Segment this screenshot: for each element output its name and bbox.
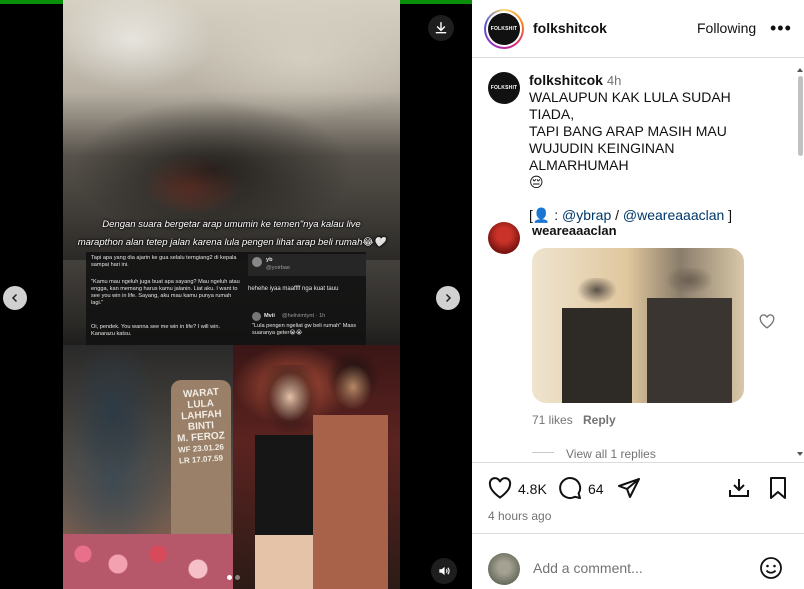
comment-like-button[interactable] xyxy=(759,314,775,334)
heart-icon xyxy=(488,477,512,499)
add-comment-input[interactable] xyxy=(533,560,743,576)
following-button[interactable]: Following xyxy=(697,20,756,36)
reply-text: hehehe iyaa maaffff nga kuat tauu xyxy=(248,286,339,292)
bookmark-button[interactable] xyxy=(767,476,789,505)
post-media: Dengan suara bergetar arap umumin ke tem… xyxy=(0,0,472,589)
caption-username[interactable]: folkshitcok xyxy=(529,72,603,88)
emoji-icon xyxy=(760,557,782,579)
caption-heading: folkshitcok 4h xyxy=(529,72,769,89)
next-slide-button[interactable] xyxy=(436,286,460,310)
download-post-button[interactable] xyxy=(727,476,751,505)
view-replies-button[interactable]: View all 1 replies xyxy=(566,447,656,461)
caption-line: TAPI BANG ARAP MASIH MAU xyxy=(529,123,727,139)
avatar xyxy=(252,312,261,321)
avatar: FOLKSHIT xyxy=(488,13,520,45)
couple-photo xyxy=(233,345,400,589)
more-options-icon[interactable]: ••• xyxy=(770,18,792,39)
tweet-text: "Kamu mau ngeluh juga buat apa sayang? M… xyxy=(91,279,240,306)
tweet-screenshot: Tapi apa yang dia ajarin ke gua selalu t… xyxy=(86,252,366,345)
caption-credits: [👤 : @ybrap / @weareaaaclan ] xyxy=(529,207,769,224)
credit-separator: / xyxy=(611,207,623,223)
comment-username[interactable]: weareaaaclan xyxy=(532,223,617,238)
caption-avatar[interactable]: FOLKSHIT xyxy=(488,72,520,104)
like-button[interactable] xyxy=(488,477,512,504)
reply-card: yb @yoirbae xyxy=(248,254,366,276)
scrollbar[interactable] xyxy=(796,68,804,456)
flower-petals xyxy=(63,534,233,589)
person-figure xyxy=(562,278,632,403)
download-icon xyxy=(435,22,447,34)
replies-divider xyxy=(532,452,554,453)
carousel-dot xyxy=(235,575,240,580)
comment-image xyxy=(532,248,744,403)
video-caption-line-1: Dengan suara bergetar arap umumin ke tem… xyxy=(102,219,361,230)
comment-button[interactable] xyxy=(558,476,582,505)
mention-link[interactable]: @ybrap xyxy=(562,207,611,223)
reply-user: Mvii xyxy=(264,313,275,319)
grave-photo: WARAT LULA LAHFAH BINTI M. FEROZ WF 23.0… xyxy=(63,345,233,589)
posted-time[interactable]: 4 hours ago xyxy=(488,509,551,523)
comment-likes[interactable]: 71 likes xyxy=(532,413,573,427)
current-user-avatar xyxy=(488,553,520,585)
speaker-icon xyxy=(439,566,450,576)
credit-open: [👤 : xyxy=(529,207,562,223)
post-caption: folkshitcok 4h WALAUPUN KAK LULA SUDAH TI… xyxy=(529,72,769,224)
tweet-text: Tapi apa yang dia ajarin ke gua selalu t… xyxy=(91,255,237,268)
caption-line: WUJUDIN KEINGINAN ALMARHUMAH xyxy=(529,140,675,173)
download-button[interactable] xyxy=(428,15,454,41)
mention-link[interactable]: @weareaaaclan xyxy=(623,207,724,223)
carousel-dot xyxy=(227,575,232,580)
caption-emoji: 😔 xyxy=(529,174,544,190)
bookmark-icon xyxy=(770,477,786,499)
scroll-up-icon[interactable] xyxy=(797,68,803,72)
carousel-dots xyxy=(227,575,240,580)
send-icon xyxy=(618,478,640,498)
post-header: FOLKSHIT folkshitcok Following ••• xyxy=(472,0,804,58)
likes-count[interactable]: 4.8K xyxy=(518,481,547,497)
scrollbar-thumb[interactable] xyxy=(798,76,803,156)
mute-button[interactable] xyxy=(431,558,457,584)
reply-card-2: Mvii @helivimtynt · 1h "Lula pengen ngel… xyxy=(248,310,366,345)
man-figure xyxy=(313,355,388,589)
reply-text: "Lula pengen ngeliat gw beli rumah" Mass… xyxy=(252,323,357,336)
reply-handle: @helivimtynt · 1h xyxy=(282,313,326,319)
emoji-button[interactable] xyxy=(759,556,783,585)
comment-bubble-icon xyxy=(559,477,582,500)
tweet-text: Oi, pendek. You wanna see me win in life… xyxy=(91,324,221,337)
video-caption-line-2: marapthon alan tetep jalan karena lula p… xyxy=(77,237,386,248)
avatar xyxy=(252,257,262,267)
save-download-icon xyxy=(729,479,749,497)
person-figure xyxy=(647,268,732,403)
grieving-man xyxy=(63,350,173,550)
heart-icon xyxy=(759,314,775,329)
header-username[interactable]: folkshitcok xyxy=(533,20,607,36)
caption-line: WALAUPUN KAK LULA SUDAH TIADA, xyxy=(529,89,731,122)
credit-close: ] xyxy=(724,207,733,223)
add-comment-row xyxy=(472,533,804,589)
comments-count[interactable]: 64 xyxy=(588,481,604,497)
caption-time[interactable]: 4h xyxy=(607,73,621,88)
share-button[interactable] xyxy=(617,476,641,505)
story-ring[interactable]: FOLKSHIT xyxy=(484,9,524,49)
media-frame[interactable]: Dengan suara bergetar arap umumin ke tem… xyxy=(63,0,400,589)
chevron-left-icon xyxy=(11,293,18,303)
scroll-down-icon[interactable] xyxy=(797,452,803,456)
reply-handle: @yoirbae xyxy=(266,265,291,271)
chevron-right-icon xyxy=(445,293,452,303)
post-side-panel: FOLKSHIT folkshitcok Following ••• FOLKS… xyxy=(472,0,804,589)
reply-user: yb xyxy=(266,257,273,263)
comment-reply-button[interactable]: Reply xyxy=(583,413,616,427)
previous-slide-button[interactable] xyxy=(3,286,27,310)
comment-avatar[interactable] xyxy=(488,222,520,254)
